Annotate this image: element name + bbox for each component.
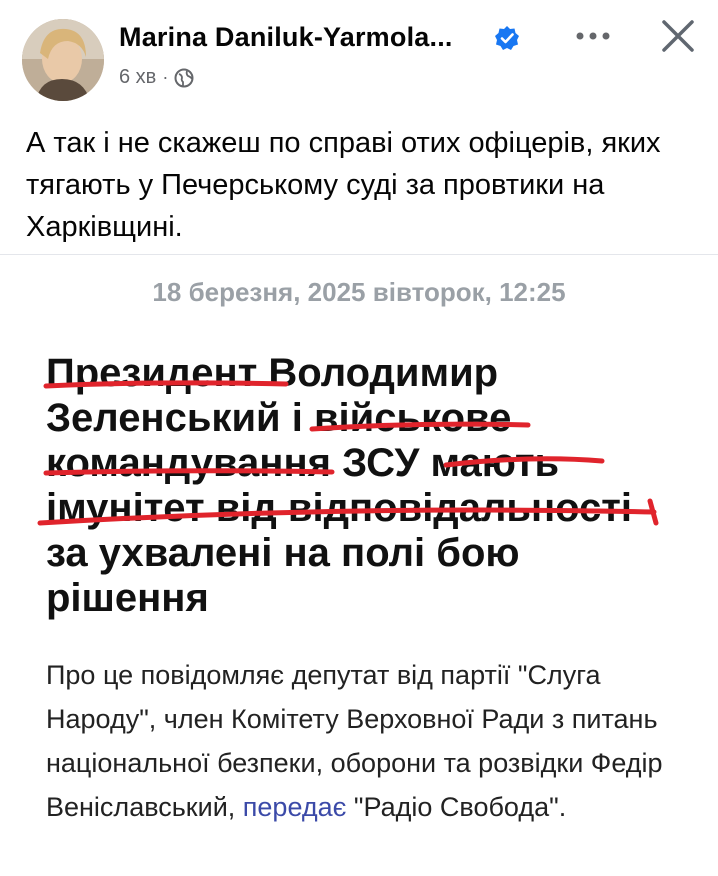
author-avatar[interactable] <box>22 19 104 101</box>
post-meta: 6 хв · <box>119 66 194 89</box>
headline-line: імунітет від відповідальності <box>46 486 632 530</box>
article-body: Про це повідомляє депутат від партії "Сл… <box>46 653 686 829</box>
verified-badge-icon <box>494 25 520 51</box>
source-link[interactable]: передає <box>243 792 347 822</box>
headline-line: за ухвалені на полі бою <box>46 531 520 575</box>
post-header: Marina Daniluk-Yarmola... 6 хв · <box>0 0 718 110</box>
article-body-source: "Радіо Свобода". <box>346 792 567 822</box>
globe-icon[interactable] <box>174 68 194 88</box>
attached-image[interactable]: 18 березня, 2025 вівторок, 12:25 Президе… <box>0 254 718 876</box>
headline-line: Президент Володимир <box>46 351 499 395</box>
headline-line: рішення <box>46 576 209 620</box>
author-name[interactable]: Marina Daniluk-Yarmola... <box>119 22 453 53</box>
headline-line: командування ЗСУ мають <box>46 441 560 485</box>
post-text: А так і не скажеш по справі отих офіцері… <box>26 127 661 243</box>
meta-separator: · <box>162 67 169 87</box>
more-options-icon[interactable] <box>570 20 616 52</box>
facebook-post: Marina Daniluk-Yarmola... 6 хв · А так і… <box>0 0 718 876</box>
article-date: 18 березня, 2025 вівторок, 12:25 <box>152 277 566 307</box>
headline-line: Зеленський і військове <box>46 396 512 440</box>
close-icon[interactable] <box>656 14 700 58</box>
article-headline: Президент Володимир Зеленський і військо… <box>46 351 686 621</box>
post-time[interactable]: 6 хв <box>119 66 156 89</box>
